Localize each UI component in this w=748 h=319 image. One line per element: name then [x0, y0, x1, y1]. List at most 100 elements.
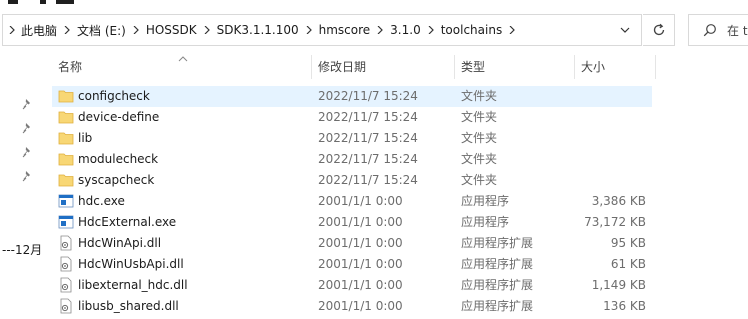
- file-modified: 2001/1/1 0:00: [318, 299, 403, 313]
- file-modified: 2001/1/1 0:00: [318, 236, 403, 250]
- file-name[interactable]: configcheck: [78, 86, 150, 107]
- chevron-right-icon[interactable]: [299, 15, 319, 45]
- column-header-label: 大小: [581, 59, 606, 74]
- file-row[interactable]: libusb_shared.dll 2001/1/1 0:00 应用程序扩展 1…: [52, 296, 652, 317]
- navigation-pane: ---12月: [0, 50, 44, 319]
- column-divider[interactable]: [454, 55, 455, 79]
- column-divider[interactable]: [574, 55, 575, 79]
- file-row[interactable]: HdcWinApi.dll 2001/1/1 0:00 应用程序扩展 95 KB: [52, 233, 652, 254]
- file-modified: 2022/11/7 15:24: [318, 110, 418, 124]
- file-modified: 2022/11/7 15:24: [318, 89, 418, 103]
- column-header-type[interactable]: 类型: [461, 52, 571, 80]
- file-name[interactable]: libusb_shared.dll: [78, 296, 179, 317]
- file-size: 136 KB: [603, 299, 646, 313]
- breadcrumb-item[interactable]: toolchains: [441, 15, 502, 45]
- breadcrumb-item[interactable]: HOSSDK: [146, 15, 197, 45]
- breadcrumb-item[interactable]: 此电脑: [21, 15, 57, 45]
- breadcrumb-item[interactable]: 3.1.0: [390, 15, 421, 45]
- search-placeholder: 在 t: [727, 23, 748, 38]
- file-name[interactable]: modulecheck: [78, 149, 158, 170]
- file-size: 73,172 KB: [584, 215, 646, 229]
- column-header-modified[interactable]: 修改日期: [318, 52, 452, 80]
- dll-icon: [58, 256, 74, 272]
- column-divider[interactable]: [655, 55, 656, 79]
- column-divider[interactable]: [311, 55, 312, 79]
- file-modified: 2001/1/1 0:00: [318, 257, 403, 271]
- nav-item-partial[interactable]: ---12月: [2, 241, 42, 258]
- file-modified: 2022/11/7 15:24: [318, 152, 418, 166]
- column-header-label: 名称: [58, 59, 83, 74]
- search-box[interactable]: 在 t: [688, 14, 748, 46]
- file-name[interactable]: lib: [78, 128, 92, 149]
- dll-icon: [58, 277, 74, 293]
- pin-icon[interactable]: [22, 98, 34, 110]
- file-modified: 2022/11/7 15:24: [318, 131, 418, 145]
- file-type: 应用程序扩展: [461, 299, 534, 313]
- refresh-icon: [653, 23, 664, 36]
- chevron-right-icon[interactable]: [421, 15, 441, 45]
- folder-icon: [58, 172, 74, 188]
- file-type: 文件夹: [461, 152, 498, 166]
- refresh-button[interactable]: [643, 14, 675, 46]
- toolbar-fragment: [56, 0, 74, 4]
- search-icon: [703, 24, 716, 37]
- file-type: 应用程序: [461, 194, 510, 208]
- chevron-right-icon[interactable]: [370, 15, 390, 45]
- chevron-right-icon[interactable]: [502, 15, 522, 45]
- file-modified: 2001/1/1 0:00: [318, 194, 403, 208]
- file-type: 文件夹: [461, 173, 498, 187]
- file-type: 文件夹: [461, 110, 498, 124]
- file-row[interactable]: lib 2022/11/7 15:24 文件夹: [52, 128, 652, 149]
- chevron-down-icon: [620, 27, 630, 33]
- file-name[interactable]: hdc.exe: [78, 191, 125, 212]
- pin-icon[interactable]: [22, 170, 34, 182]
- pin-icon[interactable]: [22, 146, 34, 158]
- file-row[interactable]: device-define 2022/11/7 15:24 文件夹: [52, 107, 652, 128]
- top-toolbar-partial: [0, 0, 748, 8]
- file-name[interactable]: HdcExternal.exe: [78, 212, 176, 233]
- folder-icon: [58, 109, 74, 125]
- file-type: 应用程序扩展: [461, 257, 534, 271]
- file-size: 61 KB: [610, 257, 646, 271]
- column-header-size[interactable]: 大小: [581, 52, 651, 80]
- file-type: 应用程序扩展: [461, 278, 534, 292]
- chevron-right-icon[interactable]: [197, 15, 217, 45]
- file-row[interactable]: modulecheck 2022/11/7 15:24 文件夹: [52, 149, 652, 170]
- file-size: 95 KB: [610, 236, 646, 250]
- chevron-right-icon[interactable]: [3, 15, 21, 45]
- column-header-name[interactable]: 名称: [58, 52, 308, 80]
- dll-icon: [58, 298, 74, 314]
- file-row[interactable]: configcheck 2022/11/7 15:24 文件夹: [52, 86, 652, 107]
- file-type: 应用程序: [461, 215, 510, 229]
- file-type: 应用程序扩展: [461, 236, 534, 250]
- toolbar-fragment: [40, 0, 46, 4]
- file-type: 文件夹: [461, 89, 498, 103]
- breadcrumb-item[interactable]: 文档 (E:): [77, 15, 126, 45]
- chevron-right-icon[interactable]: [57, 15, 77, 45]
- file-name[interactable]: HdcWinApi.dll: [78, 233, 161, 254]
- folder-icon: [58, 88, 74, 104]
- file-type: 文件夹: [461, 131, 498, 145]
- address-history-dropdown[interactable]: [609, 15, 641, 45]
- exe-icon: [58, 193, 74, 209]
- column-header-label: 类型: [461, 59, 486, 74]
- pin-icon[interactable]: [22, 122, 34, 134]
- file-row[interactable]: hdc.exe 2001/1/1 0:00 应用程序 3,386 KB: [52, 191, 652, 212]
- file-row[interactable]: libexternal_hdc.dll 2001/1/1 0:00 应用程序扩展…: [52, 275, 652, 296]
- file-size: 1,149 KB: [591, 278, 646, 292]
- dll-icon: [58, 235, 74, 251]
- file-row[interactable]: HdcWinUsbApi.dll 2001/1/1 0:00 应用程序扩展 61…: [52, 254, 652, 275]
- file-modified: 2001/1/1 0:00: [318, 215, 403, 229]
- folder-icon: [58, 130, 74, 146]
- file-row[interactable]: syscapcheck 2022/11/7 15:24 文件夹: [52, 170, 652, 191]
- file-size: 3,386 KB: [591, 194, 646, 208]
- file-name[interactable]: libexternal_hdc.dll: [78, 275, 188, 296]
- file-name[interactable]: syscapcheck: [78, 170, 154, 191]
- file-name[interactable]: device-define: [78, 107, 159, 128]
- breadcrumb-item[interactable]: SDK3.1.1.100: [217, 15, 299, 45]
- breadcrumb-item[interactable]: hmscore: [319, 15, 371, 45]
- address-bar[interactable]: 此电脑 文档 (E:) HOSSDK SDK3.1.1.100 hmscore …: [2, 14, 642, 46]
- file-name[interactable]: HdcWinUsbApi.dll: [78, 254, 184, 275]
- file-row[interactable]: HdcExternal.exe 2001/1/1 0:00 应用程序 73,17…: [52, 212, 652, 233]
- chevron-right-icon[interactable]: [126, 15, 146, 45]
